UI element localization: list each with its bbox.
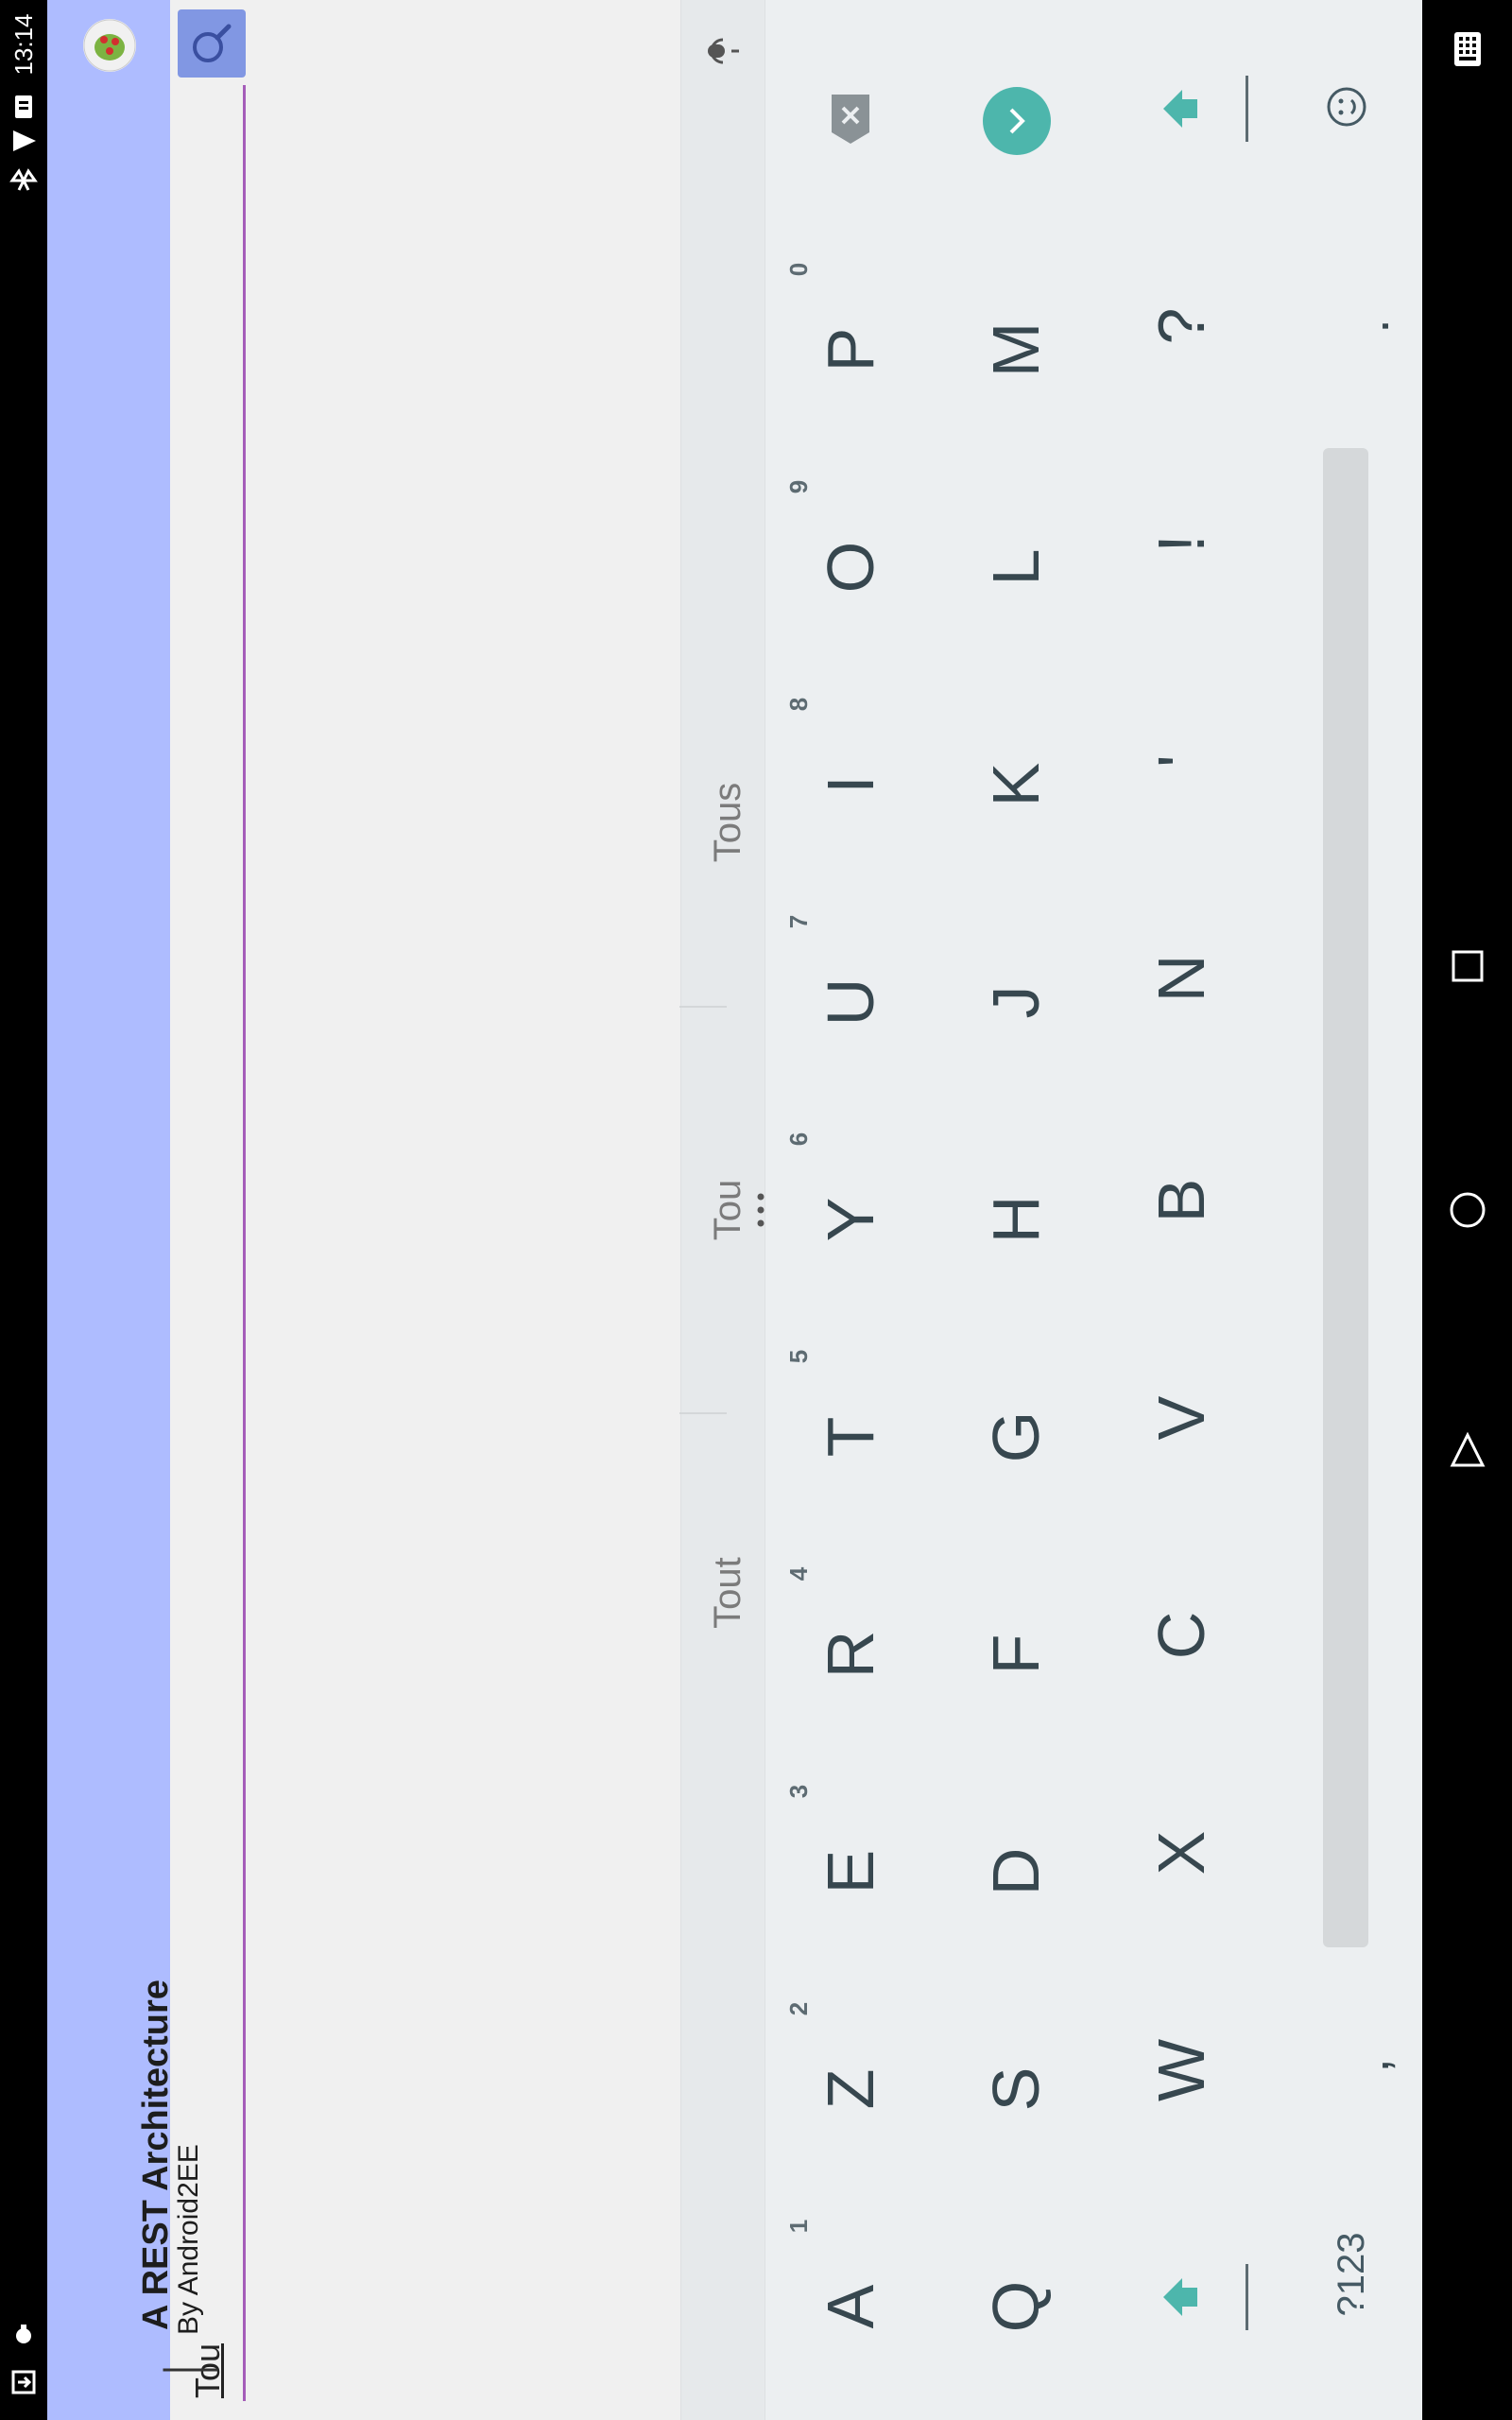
key-w[interactable]: W [1139, 2028, 1224, 2113]
suggestion-tou[interactable]: Tou [699, 1115, 756, 1305]
key-p[interactable]: P [808, 307, 893, 392]
key-comma[interactable]: , [1328, 2023, 1413, 2108]
microphone-icon[interactable] [704, 32, 742, 70]
key-y[interactable]: Y [808, 1177, 893, 1262]
key-u[interactable]: U [808, 959, 893, 1045]
download-icon [9, 2368, 38, 2396]
key-hint-0: 0 [784, 262, 813, 277]
key-t[interactable]: T [808, 1394, 893, 1479]
wifi-icon [9, 127, 38, 155]
key-hint-8: 8 [784, 697, 813, 712]
text-cursor [163, 2368, 218, 2372]
key-o[interactable]: O [808, 525, 893, 610]
key-hint-1: 1 [784, 2219, 813, 2234]
key-period[interactable]: . [1328, 284, 1413, 369]
bluetooth-icon [9, 166, 38, 195]
search-input-underline [243, 85, 246, 2401]
suggestion-divider [679, 1412, 727, 1414]
key-hint-4: 4 [784, 1566, 813, 1582]
key-hint-2: 2 [784, 2001, 813, 2016]
back-button[interactable] [1447, 1429, 1488, 1471]
symbols-key[interactable]: ?123 [1323, 2208, 1380, 2341]
key-z[interactable]: Z [808, 2047, 893, 2132]
more-suggestions-icon[interactable] [756, 1191, 765, 1229]
key-i[interactable]: I [808, 742, 893, 827]
shift-icon [1163, 90, 1197, 128]
enter-key[interactable] [983, 87, 1051, 155]
backspace-key[interactable] [826, 91, 875, 147]
status-time: 13:14 [9, 13, 38, 76]
debug-icon [9, 2321, 38, 2349]
key-j[interactable]: J [973, 959, 1058, 1045]
app-subtitle: By Android2EE [173, 2144, 204, 2335]
key-exclamation[interactable]: ! [1139, 501, 1224, 586]
search-button[interactable] [178, 9, 246, 78]
key-l[interactable]: L [973, 525, 1058, 610]
shift-icon [1163, 2278, 1197, 2316]
home-button[interactable] [1447, 1189, 1488, 1231]
chevron-right-icon [1009, 108, 1025, 134]
status-bar: 13:14 [0, 0, 47, 2420]
navigation-bar [1422, 0, 1512, 2420]
suggestion-tous[interactable]: Tous [699, 728, 756, 917]
key-apostrophe[interactable]: ' [1139, 718, 1224, 804]
shift-key-left[interactable] [1158, 2269, 1210, 2325]
suggestion-tout[interactable]: Tout [699, 1498, 756, 1687]
key-hint-9: 9 [784, 479, 813, 494]
key-k[interactable]: K [973, 742, 1058, 827]
key-e[interactable]: E [808, 1829, 893, 1914]
home-icon [1450, 1192, 1486, 1228]
recents-button[interactable] [1449, 947, 1486, 985]
key-m[interactable]: M [973, 307, 1058, 392]
app-logo-icon[interactable] [83, 19, 136, 72]
suggestion-divider [679, 1006, 727, 1008]
shift-indicator-left [1246, 2264, 1248, 2330]
key-d[interactable]: D [973, 1829, 1058, 1914]
key-v[interactable]: V [1139, 1375, 1224, 1461]
key-h[interactable]: H [973, 1177, 1058, 1262]
recents-icon [1452, 950, 1484, 982]
key-c[interactable]: C [1139, 1593, 1224, 1678]
key-a[interactable]: A [808, 2264, 893, 2349]
search-icon [193, 24, 232, 62]
key-hint-5: 5 [784, 1349, 813, 1364]
emoji-key[interactable] [1325, 85, 1368, 129]
key-s[interactable]: S [973, 2047, 1058, 2132]
backspace-icon [832, 95, 869, 144]
key-x[interactable]: X [1139, 1810, 1224, 1895]
emoji-icon [1327, 87, 1366, 127]
key-f[interactable]: F [973, 1612, 1058, 1697]
key-hint-7: 7 [784, 914, 813, 929]
key-n[interactable]: N [1139, 936, 1224, 1021]
app-bar: A REST Architecture By Android2EE [47, 0, 204, 2420]
keyboard-switch-icon[interactable] [1449, 28, 1486, 70]
back-icon [1450, 1431, 1486, 1467]
key-question[interactable]: ? [1139, 284, 1224, 369]
key-q[interactable]: Q [973, 2264, 1058, 2349]
key-r[interactable]: R [808, 1612, 893, 1697]
shift-key-right[interactable] [1158, 80, 1210, 137]
shift-indicator-right [1246, 76, 1248, 142]
key-hint-6: 6 [784, 1132, 813, 1147]
key-g[interactable]: G [973, 1394, 1058, 1479]
key-b[interactable]: B [1139, 1158, 1224, 1243]
space-bar[interactable] [1323, 448, 1368, 1947]
sim-icon [9, 93, 38, 121]
key-hint-3: 3 [784, 1784, 813, 1799]
